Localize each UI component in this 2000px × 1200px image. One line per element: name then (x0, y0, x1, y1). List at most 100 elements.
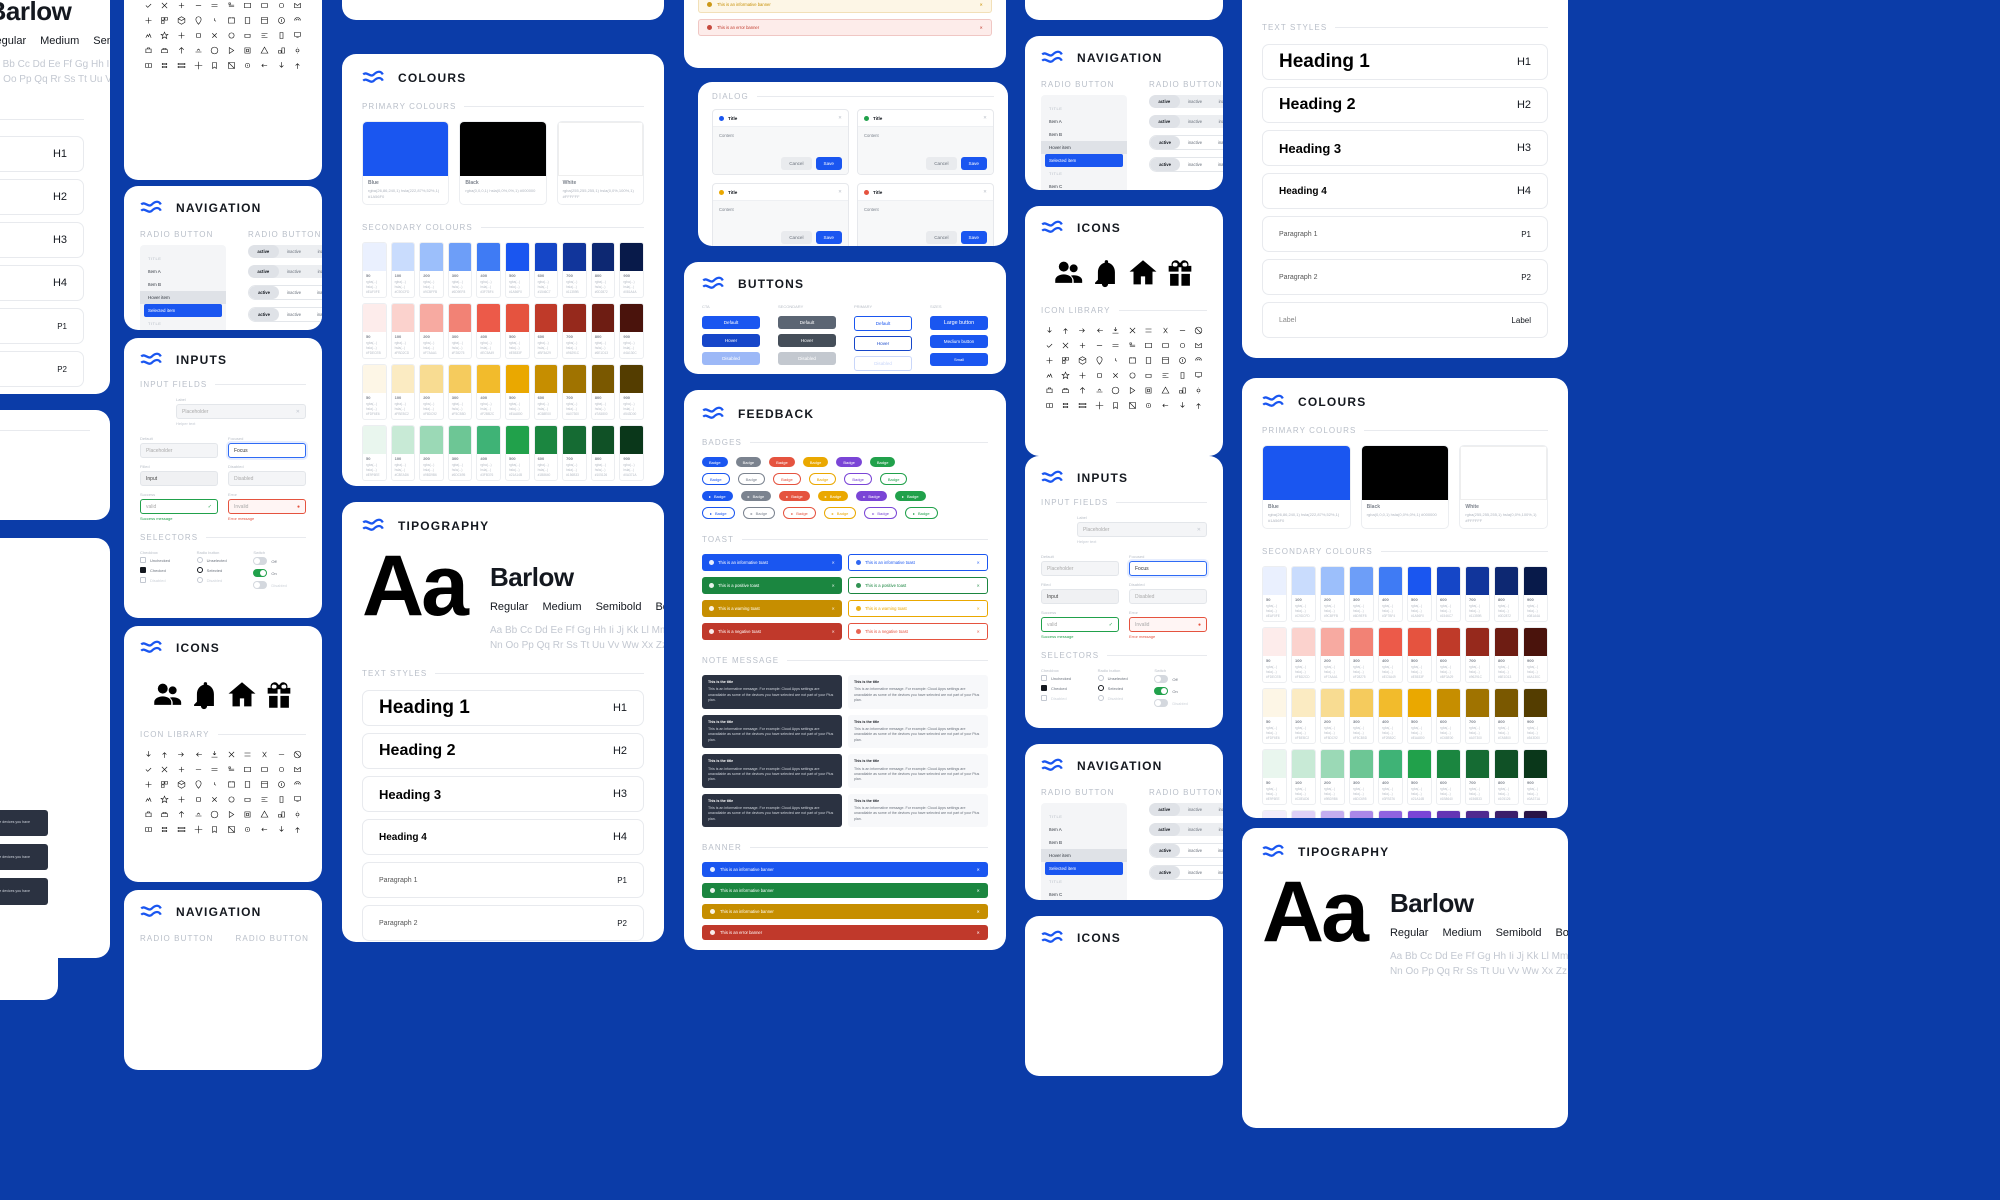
close-icon[interactable]: ✕ (983, 189, 987, 195)
library-icon[interactable] (1041, 338, 1058, 353)
close-icon[interactable]: ✕ (976, 583, 980, 588)
close-icon[interactable]: ✕ (979, 2, 983, 7)
library-icon[interactable] (273, 28, 290, 43)
library-icon[interactable] (273, 0, 290, 13)
library-icon[interactable] (240, 762, 257, 777)
button[interactable]: Disabled (778, 352, 836, 365)
switch-toggle[interactable] (1154, 699, 1169, 707)
nav-menu-5[interactable]: TITLE Item A Item B Hover item Selected item… (1041, 803, 1127, 900)
selector-row[interactable]: On (1154, 687, 1207, 695)
selector-row[interactable]: Unselected (1097, 675, 1151, 681)
segmented-control[interactable]: activeinactiveinactive (248, 307, 322, 322)
library-icon[interactable] (240, 28, 257, 43)
library-icon[interactable] (223, 762, 240, 777)
library-icon[interactable] (190, 792, 207, 807)
library-icon[interactable] (256, 28, 273, 43)
segment-option[interactable]: active (248, 265, 279, 278)
library-icon[interactable] (1124, 368, 1141, 383)
library-icon[interactable] (289, 762, 306, 777)
input-field[interactable]: Input (140, 471, 218, 486)
checkbox-icon[interactable] (140, 557, 146, 563)
close-icon[interactable]: ✕ (976, 629, 980, 634)
library-icon[interactable] (240, 777, 257, 792)
library-icon[interactable] (1157, 323, 1174, 338)
library-icon[interactable] (206, 43, 223, 58)
library-icon[interactable] (173, 762, 190, 777)
library-icon[interactable] (1141, 398, 1158, 413)
checkbox-icon[interactable] (1041, 695, 1047, 701)
close-icon[interactable]: ✕ (831, 560, 835, 565)
nav-menu-item[interactable]: Item A (140, 265, 226, 278)
library-icon[interactable] (273, 762, 290, 777)
library-icon[interactable] (1157, 353, 1174, 368)
segment-option[interactable]: active (249, 308, 279, 321)
button[interactable]: Default (702, 316, 760, 329)
nav-menu-item[interactable]: Selected item (1045, 154, 1123, 167)
library-icon[interactable] (157, 43, 174, 58)
library-icon[interactable] (1074, 323, 1091, 338)
library-icon[interactable] (1091, 338, 1108, 353)
library-icon[interactable] (157, 822, 174, 837)
radio-icon[interactable] (196, 557, 203, 563)
library-icon[interactable] (289, 13, 306, 28)
library-icon[interactable] (206, 13, 223, 28)
library-icon[interactable] (190, 43, 207, 58)
library-icon[interactable] (140, 747, 157, 762)
library-icon[interactable] (240, 822, 257, 837)
library-icon[interactable] (1190, 323, 1207, 338)
close-icon[interactable]: ✕ (976, 867, 980, 872)
switch-toggle[interactable] (1154, 675, 1169, 683)
library-icon[interactable] (240, 43, 257, 58)
selector-row[interactable]: Disabled (1041, 695, 1094, 701)
selector-row[interactable]: Checked (1041, 685, 1094, 691)
close-icon[interactable]: ✕ (983, 115, 987, 121)
library-icon[interactable] (1058, 398, 1075, 413)
nav-menu-item[interactable]: Selected item (144, 304, 222, 317)
library-icon[interactable] (190, 822, 207, 837)
segment-option[interactable]: inactive (309, 286, 322, 299)
library-icon[interactable] (1174, 338, 1191, 353)
segment-option[interactable]: inactive (1180, 95, 1211, 108)
library-icon[interactable] (190, 0, 207, 13)
close-icon[interactable]: ✕ (976, 606, 980, 611)
selector-row[interactable]: Off (1154, 675, 1207, 683)
library-icon[interactable] (1124, 383, 1141, 398)
nav-menu-item[interactable]: Selected item (1045, 862, 1123, 875)
segmented-control[interactable]: activeinactiveinactive (1149, 95, 1223, 108)
library-icon[interactable] (1107, 338, 1124, 353)
library-icon[interactable] (206, 807, 223, 822)
segmented-control[interactable]: activeinactiveinactive (1149, 157, 1223, 172)
input-field[interactable]: valid ✓ (1041, 617, 1119, 632)
library-icon[interactable] (256, 747, 273, 762)
library-icon[interactable] (289, 58, 306, 73)
library-icon[interactable] (1124, 323, 1141, 338)
button[interactable]: Hover (854, 336, 912, 351)
library-icon[interactable] (206, 747, 223, 762)
library-icon[interactable] (206, 762, 223, 777)
library-icon[interactable] (273, 13, 290, 28)
library-icon[interactable] (273, 43, 290, 58)
library-icon[interactable] (157, 792, 174, 807)
library-icon[interactable] (157, 777, 174, 792)
library-icon[interactable] (289, 28, 306, 43)
library-icon[interactable] (240, 0, 257, 13)
nav-menu-item[interactable]: Item A (1041, 823, 1127, 836)
library-icon[interactable] (157, 807, 174, 822)
input-field[interactable]: Placeholder (140, 443, 218, 458)
library-icon[interactable] (256, 807, 273, 822)
library-icon[interactable] (1157, 368, 1174, 383)
cancel-button[interactable]: Cancel (926, 231, 957, 244)
segment-option[interactable]: inactive (1210, 95, 1223, 108)
library-icon[interactable] (173, 747, 190, 762)
selector-row[interactable]: Unselected (196, 557, 250, 563)
cancel-button[interactable]: Cancel (781, 231, 812, 244)
selector-row[interactable]: Unchecked (1041, 675, 1094, 681)
library-icon[interactable] (289, 0, 306, 13)
library-icon[interactable] (140, 28, 157, 43)
library-icon[interactable] (1174, 383, 1191, 398)
library-icon[interactable] (1058, 353, 1075, 368)
selector-row[interactable]: Selected (1097, 685, 1151, 691)
library-icon[interactable] (1091, 353, 1108, 368)
segment-option[interactable]: active (1149, 115, 1180, 128)
segmented-control[interactable]: activeinactiveinactive (1149, 843, 1223, 858)
